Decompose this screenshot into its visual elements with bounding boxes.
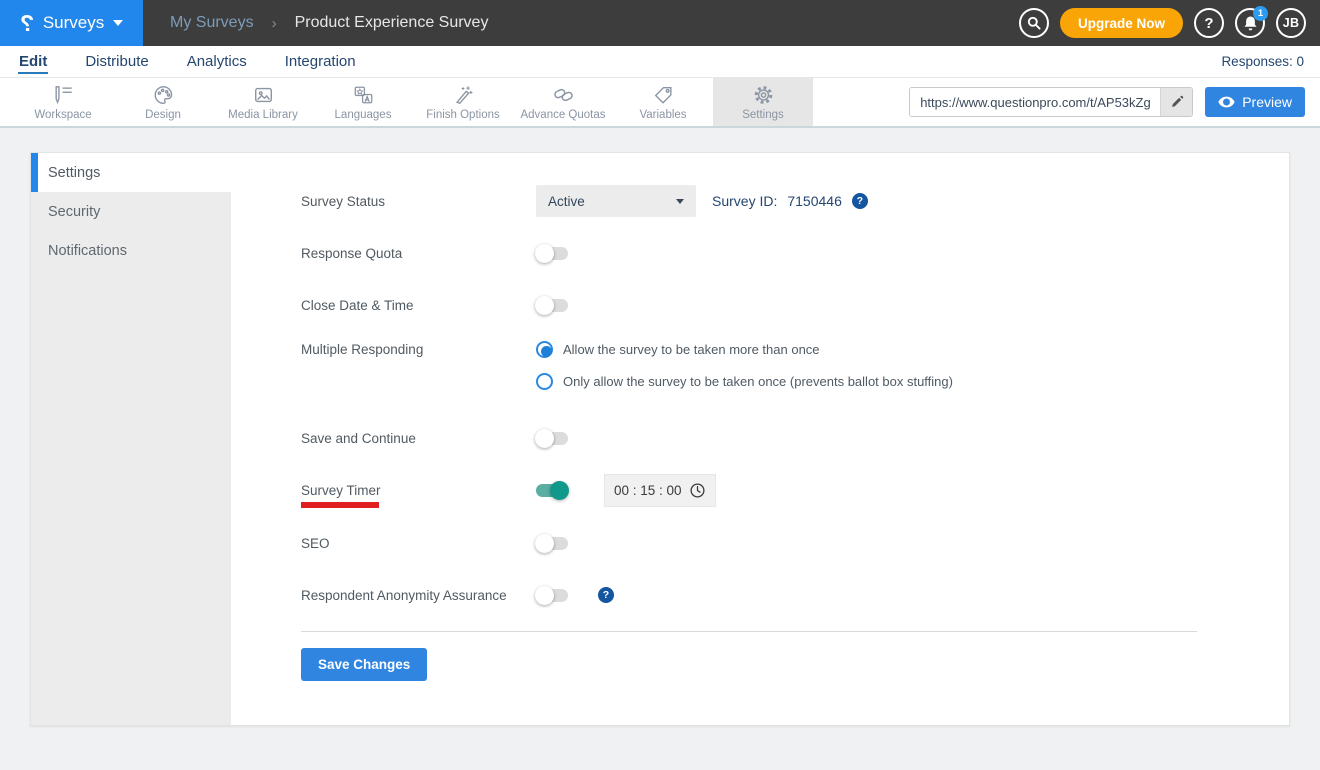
settings-gear-icon — [754, 85, 772, 104]
red-annotation-underline — [301, 502, 379, 508]
avatar-initials: JB — [1282, 16, 1300, 30]
save-continue-row: Save and Continue — [301, 422, 1197, 454]
survey-url-box — [909, 87, 1194, 117]
eye-icon — [1218, 96, 1235, 108]
breadcrumb-my-surveys[interactable]: My Surveys — [170, 14, 254, 32]
tab-edit[interactable]: Edit — [18, 49, 49, 74]
form-divider — [301, 631, 1197, 632]
seo-row: SEO — [301, 527, 1197, 559]
close-date-label: Close Date & Time — [301, 297, 414, 313]
toolbar-item-advance-quotas[interactable]: Advance Quotas — [513, 78, 613, 126]
seo-label: SEO — [301, 535, 330, 551]
help-button[interactable]: ? — [1194, 8, 1224, 38]
advance-quotas-link-icon — [553, 88, 573, 101]
breadcrumb: My Surveys › Product Experience Survey — [170, 14, 488, 32]
save-changes-button[interactable]: Save Changes — [301, 648, 428, 681]
search-button[interactable] — [1018, 8, 1049, 38]
pencil-icon — [1171, 95, 1183, 107]
app-label: Surveys — [42, 13, 105, 32]
survey-status-select[interactable]: Active — [536, 185, 696, 217]
multiple-responding-label: Multiple Responding — [301, 342, 424, 357]
survey-status-row: Survey Status Active Survey ID: 7150446 … — [301, 185, 1197, 217]
anonymity-row: Respondent Anonymity Assurance ? — [301, 579, 1197, 611]
toolbar-item-workspace[interactable]: Workspace — [13, 78, 113, 126]
survey-timer-toggle[interactable] — [536, 481, 569, 500]
radio-unselected-icon — [536, 373, 553, 390]
toolbar-item-media-library[interactable]: Media Library — [213, 78, 313, 126]
edit-url-button[interactable] — [1160, 88, 1193, 116]
responses-count: Responses: 0 — [1221, 54, 1304, 69]
toolbar-item-finish-options[interactable]: Finish Options — [413, 78, 513, 126]
media-library-icon — [254, 87, 272, 102]
radio-allow-multiple[interactable]: Allow the survey to be taken more than o… — [536, 341, 953, 358]
survey-id-label: Survey ID: — [712, 193, 778, 209]
survey-id-group: Survey ID: 7150446 ? — [712, 193, 868, 209]
toolbar-item-settings[interactable]: Settings — [713, 78, 813, 126]
toolbar-item-variables[interactable]: Variables — [613, 78, 713, 126]
breadcrumb-separator: › — [271, 14, 277, 32]
multiple-responding-options: Allow the survey to be taken more than o… — [536, 341, 953, 390]
seo-toggle[interactable] — [535, 533, 568, 553]
upgrade-now-button[interactable]: Upgrade Now — [1059, 8, 1183, 38]
multiple-responding-row: Multiple Responding Allow the survey to … — [301, 341, 1197, 390]
variables-tag-icon — [654, 86, 672, 104]
response-quota-toggle[interactable] — [535, 243, 568, 263]
finish-options-wand-icon — [455, 85, 473, 104]
radio-selected-icon — [536, 341, 553, 358]
response-quota-label: Response Quota — [301, 245, 403, 261]
header-actions: Upgrade Now ? 1 JB — [1018, 6, 1320, 38]
tab-distribute[interactable]: Distribute — [84, 49, 149, 74]
sidebar-item-notifications[interactable]: Notifications — [31, 231, 231, 270]
preview-button[interactable]: Preview — [1205, 87, 1305, 117]
save-continue-label: Save and Continue — [301, 430, 416, 446]
survey-id-help-icon[interactable]: ? — [851, 193, 868, 209]
chevron-down-icon — [113, 20, 124, 26]
sidebar-item-security[interactable]: Security — [31, 192, 231, 231]
radio-only-once[interactable]: Only allow the survey to be taken once (… — [536, 373, 953, 390]
section-tabbar: Edit Distribute Analytics Integration Re… — [0, 46, 1320, 78]
toolbar-right-group: Preview — [909, 78, 1320, 126]
sidebar-item-settings[interactable]: Settings — [31, 153, 231, 192]
notifications-button[interactable]: 1 — [1235, 6, 1268, 38]
survey-timer-input[interactable]: 00 : 15 : 00 — [604, 474, 716, 507]
response-quota-row: Response Quota — [301, 237, 1197, 269]
design-palette-icon — [154, 85, 172, 104]
clock-icon — [690, 483, 705, 498]
survey-timer-row: Survey Timer 00 : 15 : 00 — [301, 474, 1197, 508]
edit-toolbar: Workspace Design Media Library Languages — [0, 78, 1320, 128]
question-mark-icon: ? — [1204, 14, 1214, 32]
workspace-icon — [54, 85, 72, 104]
survey-url-input[interactable] — [910, 88, 1161, 116]
user-avatar[interactable]: JB — [1276, 8, 1306, 38]
chevron-down-icon — [676, 198, 684, 204]
save-continue-toggle[interactable] — [535, 428, 568, 448]
survey-timer-value: 00 : 15 : 00 — [614, 483, 682, 498]
search-icon — [1027, 16, 1041, 30]
anonymity-help-icon[interactable]: ? — [598, 587, 614, 603]
survey-id-value: 7150446 — [787, 193, 842, 209]
toolbar-item-design[interactable]: Design — [113, 78, 213, 126]
settings-sidebar: Settings Security Notifications — [31, 153, 231, 725]
survey-status-value: Active — [548, 193, 585, 209]
tab-analytics[interactable]: Analytics — [186, 49, 248, 74]
settings-card: Settings Security Notifications Survey S… — [30, 152, 1290, 726]
anonymity-toggle[interactable] — [535, 585, 568, 605]
close-date-toggle[interactable] — [535, 295, 568, 315]
anonymity-label: Respondent Anonymity Assurance — [301, 587, 507, 603]
main-content: Settings Security Notifications Survey S… — [0, 128, 1320, 726]
top-header: ? Surveys My Surveys › Product Experienc… — [0, 0, 1320, 46]
toolbar-item-languages[interactable]: Languages — [313, 78, 413, 126]
questionpro-logo-icon: ? — [19, 9, 34, 36]
close-date-row: Close Date & Time — [301, 289, 1197, 321]
languages-icon — [354, 86, 372, 103]
app-switcher[interactable]: ? Surveys — [0, 0, 143, 46]
notification-count-badge: 1 — [1253, 6, 1268, 21]
page-title: Product Experience Survey — [294, 14, 489, 31]
settings-form: Survey Status Active Survey ID: 7150446 … — [231, 153, 1289, 725]
preview-label: Preview — [1242, 94, 1292, 110]
tab-integration[interactable]: Integration — [284, 49, 357, 74]
survey-status-label: Survey Status — [301, 193, 386, 209]
survey-timer-label: Survey Timer — [301, 483, 536, 508]
